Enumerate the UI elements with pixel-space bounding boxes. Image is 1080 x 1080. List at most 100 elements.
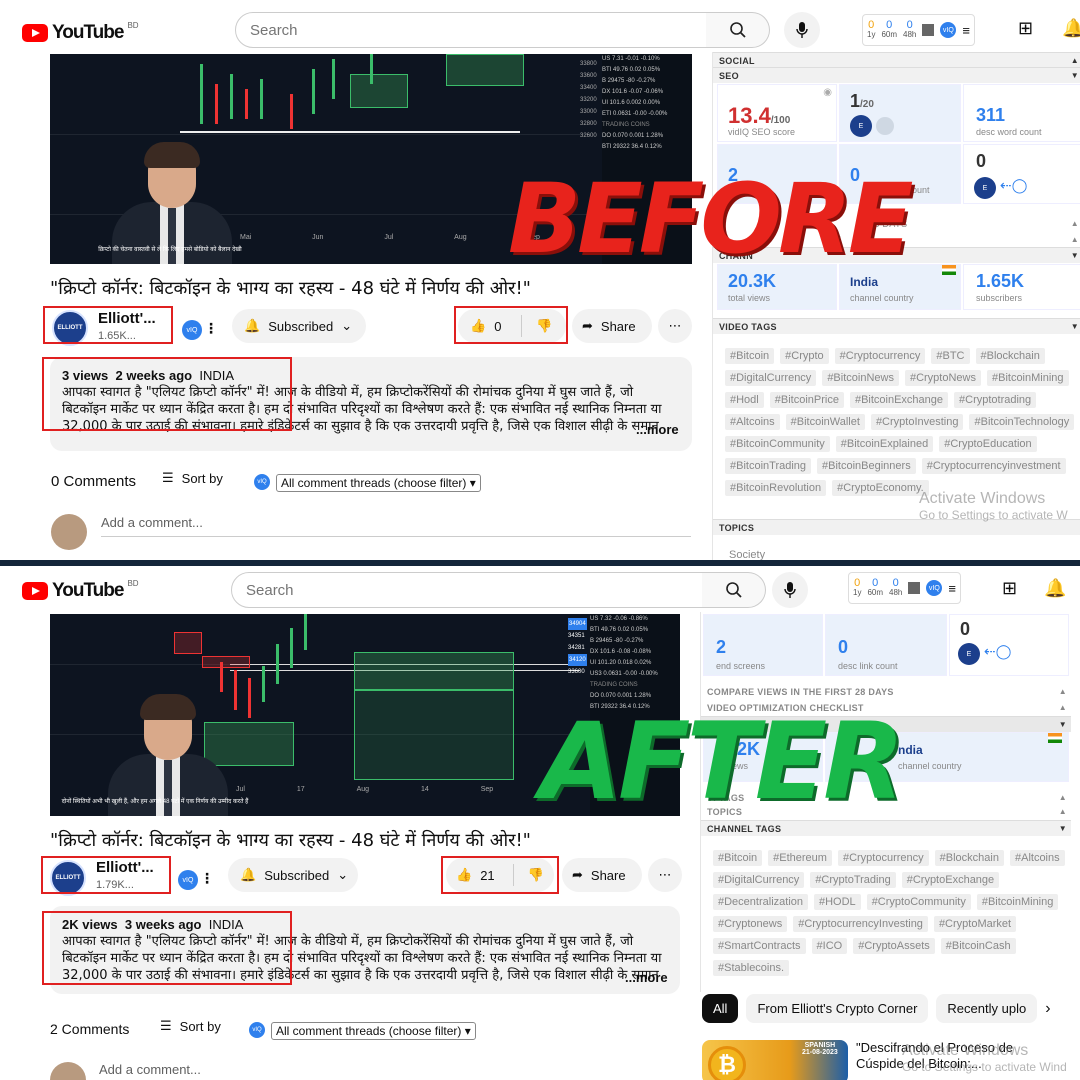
tag-chip[interactable]: #Crypto: [780, 348, 829, 364]
youtube-logo[interactable]: YouTube BD: [22, 579, 139, 602]
tag-chip[interactable]: #BitcoinTechnology: [969, 414, 1075, 430]
tag-chip[interactable]: #Cryptonews: [713, 916, 788, 932]
tag-chip[interactable]: #Cryptocurrency: [837, 850, 929, 866]
tag-chip[interactable]: #CryptocurrencyInvesting: [793, 916, 928, 932]
tag-chip[interactable]: #CryptoTrading: [810, 872, 896, 888]
vidiq-logo-icon[interactable]: vIQ: [940, 22, 957, 38]
chevron-right-icon[interactable]: ›: [1045, 1000, 1050, 1018]
create-video-icon[interactable]: ⊞: [1002, 578, 1017, 599]
vidiq-toolbar[interactable]: 0 1y 0 60m 0 48h vIQ ≡: [848, 572, 961, 604]
more-vert-icon[interactable]: ⋮: [200, 870, 214, 887]
voice-search-button[interactable]: [784, 12, 820, 48]
tag-chip[interactable]: #CryptoMarket: [933, 916, 1017, 932]
subscribed-button[interactable]: 🔔 Subscribed ⌄: [232, 309, 366, 343]
presenter-image: [108, 656, 228, 816]
highlight-box: [454, 306, 568, 344]
tag-chip[interactable]: #BitcoinCommunity: [725, 436, 830, 452]
search-input[interactable]: Search: [231, 572, 703, 608]
vidiq-badge-icon[interactable]: vIQ: [178, 870, 198, 890]
sort-icon: ☰: [162, 470, 174, 485]
video-tags-header[interactable]: VIDEO TAGS ▼: [713, 318, 1080, 334]
tag-chip[interactable]: #Stablecoins.: [713, 960, 790, 976]
tag-chip[interactable]: #Ethereum: [768, 850, 832, 866]
comment-filter-select[interactable]: All comment threads (choose filter) ▾: [276, 474, 481, 492]
tag-chip[interactable]: #Cryptocurrency: [834, 348, 926, 364]
tag-chip[interactable]: #BitcoinTrading: [725, 458, 812, 474]
seo-section-header[interactable]: SEO ▼: [713, 67, 1080, 83]
ticker-row: TRADING COINS: [590, 682, 638, 688]
tag-chip[interactable]: #HODL: [814, 894, 861, 910]
sort-by-button[interactable]: ☰ Sort by: [162, 470, 223, 486]
youtube-logo[interactable]: YouTube BD: [22, 21, 139, 44]
create-video-icon[interactable]: ⊞: [1018, 18, 1033, 39]
tag-chip[interactable]: #BitcoinMining: [986, 370, 1069, 386]
tag-chip[interactable]: #Decentralization: [713, 894, 808, 910]
bar-chart-icon[interactable]: [908, 582, 921, 594]
add-comment-input[interactable]: Add a comment...: [101, 515, 203, 530]
notifications-bell-icon[interactable]: 🔔: [1044, 578, 1066, 599]
menu-icon[interactable]: ≡: [948, 581, 956, 596]
tag-chip[interactable]: #BitcoinCash: [940, 938, 1016, 954]
bar-chart-icon[interactable]: [922, 24, 935, 36]
tag-chip[interactable]: #CryptoExchange: [901, 872, 1000, 888]
tag-chip[interactable]: #CryptoNews: [904, 370, 981, 386]
vidiq-logo-icon[interactable]: vIQ: [926, 580, 943, 596]
tag-chip[interactable]: #DigitalCurrency: [713, 872, 805, 888]
vidiq-badge-icon[interactable]: vIQ: [182, 320, 202, 340]
chip-recently-uploaded[interactable]: Recently uplo: [936, 994, 1038, 1023]
add-comment-input[interactable]: Add a comment...: [99, 1062, 201, 1077]
comment-filter-select[interactable]: All comment threads (choose filter) ▾: [271, 1022, 476, 1040]
tag-chip[interactable]: #DigitalCurrency: [725, 370, 817, 386]
subscribed-button[interactable]: 🔔 Subscribed ⌄: [228, 858, 358, 892]
menu-icon[interactable]: ≡: [962, 23, 970, 38]
tag-chip[interactable]: #CryptoCommunity: [866, 894, 971, 910]
tag-chip[interactable]: #BTC: [931, 348, 970, 364]
compare-views-header[interactable]: COMPARE VIEWS IN THE FIRST 28 DAYS ▲: [701, 684, 1071, 700]
recommended-thumbnail[interactable]: ₿ SPANISH 21-08-2023: [702, 1040, 848, 1080]
sort-by-button[interactable]: ☰ Sort by: [160, 1018, 221, 1034]
notifications-bell-icon[interactable]: 🔔: [1062, 18, 1080, 39]
tag-chip[interactable]: #BitcoinWallet: [785, 414, 865, 430]
more-vert-icon[interactable]: ⋮: [204, 320, 218, 337]
tag-chip[interactable]: #BitcoinBeginners: [817, 458, 916, 474]
tag-chip[interactable]: #BitcoinNews: [822, 370, 899, 386]
search-input[interactable]: Search: [235, 12, 707, 48]
tag-chip[interactable]: #Cryptocurrencyinvestment: [921, 458, 1066, 474]
tag-chip[interactable]: #CryptoAssets: [853, 938, 935, 954]
voice-search-button[interactable]: [772, 572, 808, 608]
chip-all[interactable]: All: [702, 994, 739, 1023]
eye-icon[interactable]: ◉: [823, 87, 832, 98]
more-actions-button[interactable]: ⋯: [658, 309, 692, 343]
social-section-header[interactable]: SOCIAL ▲: [713, 52, 1080, 68]
tag-chip[interactable]: #Blockchain: [934, 850, 1004, 866]
more-actions-button[interactable]: ⋯: [648, 858, 682, 892]
comments-count: 0 Comments: [51, 473, 137, 490]
search-button[interactable]: [706, 12, 770, 48]
tag-chip[interactable]: #Altcoins: [1009, 850, 1065, 866]
tag-chip[interactable]: #SmartContracts: [713, 938, 806, 954]
tag-chip[interactable]: #ICO: [811, 938, 848, 954]
tag-chip[interactable]: #CryptoInvesting: [870, 414, 964, 430]
search-button[interactable]: [702, 572, 766, 608]
tag-chip[interactable]: #Bitcoin: [725, 348, 775, 364]
tag-chip[interactable]: #CryptoEconomy.: [832, 480, 929, 496]
tag-chip[interactable]: #BitcoinExplained: [835, 436, 934, 452]
tag-chip[interactable]: #BitcoinRevolution: [725, 480, 827, 496]
tag-chip[interactable]: #Cryptotrading: [954, 392, 1037, 408]
share-button[interactable]: ➦ Share: [572, 309, 652, 343]
tag-chip[interactable]: #Hodl: [725, 392, 764, 408]
tag-chip[interactable]: #Bitcoin: [713, 850, 763, 866]
india-flag-icon: [942, 265, 956, 275]
more-link[interactable]: ...more: [636, 422, 679, 437]
after-screenshot: YouTube BD Search 0 1y 0 60m 0 48h vIQ ≡ ⊞ …: [0, 566, 1080, 1080]
share-button[interactable]: ➦ Share: [562, 858, 642, 892]
tag-chip[interactable]: #Altcoins: [725, 414, 780, 430]
tag-chip[interactable]: #BitcoinMining: [976, 894, 1059, 910]
more-link[interactable]: ...more: [625, 970, 668, 985]
tag-chip[interactable]: #BitcoinExchange: [849, 392, 949, 408]
tag-chip[interactable]: #CryptoEducation: [939, 436, 1037, 452]
chip-from-channel[interactable]: From Elliott's Crypto Corner: [746, 994, 929, 1023]
tag-chip[interactable]: #BitcoinPrice: [769, 392, 844, 408]
vidiq-toolbar[interactable]: 0 1y 0 60m 0 48h vIQ ≡: [862, 14, 975, 46]
tag-chip[interactable]: #Blockchain: [975, 348, 1045, 364]
